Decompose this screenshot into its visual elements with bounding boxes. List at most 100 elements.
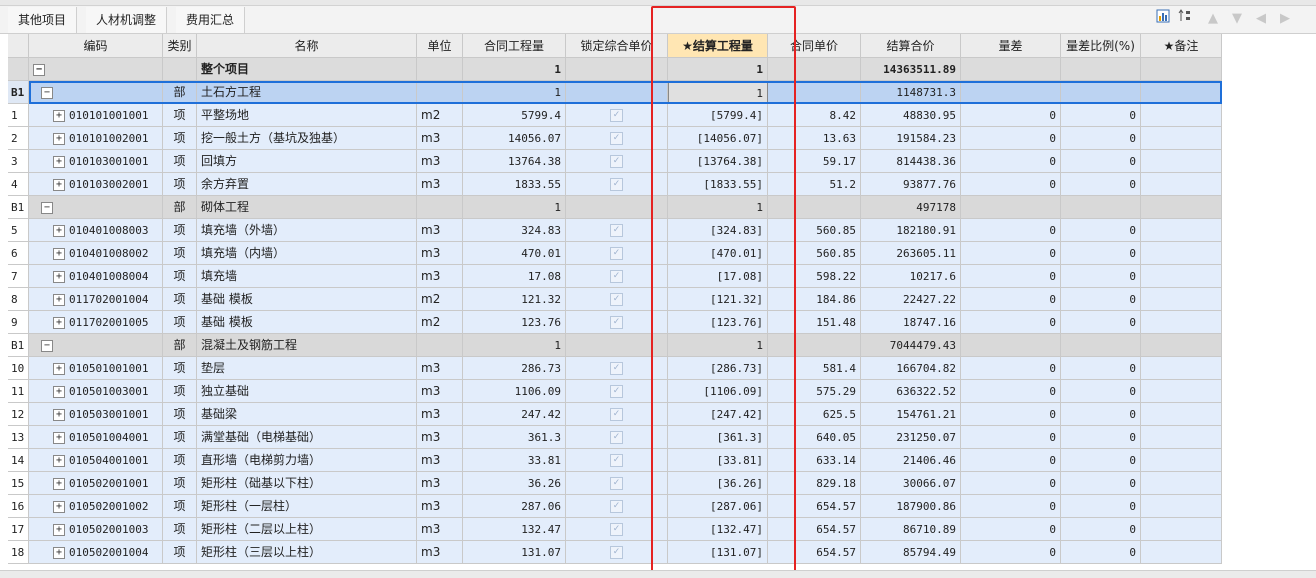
name-cell[interactable]: 挖一般土方（基坑及独基）: [197, 127, 417, 150]
header-settle-total[interactable]: 结算合价: [861, 34, 961, 58]
code-cell[interactable]: −: [29, 58, 163, 81]
name-cell[interactable]: 混凝土及钢筋工程: [197, 334, 417, 357]
type-cell[interactable]: 项: [163, 127, 197, 150]
total-cell[interactable]: 154761.21: [861, 403, 961, 426]
type-cell[interactable]: 项: [163, 449, 197, 472]
qty-cell[interactable]: 287.06: [463, 495, 566, 518]
lock-checkbox[interactable]: ✓: [610, 362, 623, 375]
header-code[interactable]: 编码: [29, 34, 163, 58]
price-cell[interactable]: 51.2: [768, 173, 861, 196]
diff-cell[interactable]: 0: [961, 380, 1061, 403]
unit-cell[interactable]: [417, 81, 463, 104]
unit-cell[interactable]: [417, 196, 463, 219]
lock-checkbox[interactable]: ✓: [610, 546, 623, 559]
note-cell[interactable]: [1141, 403, 1222, 426]
qty-cell[interactable]: 1: [463, 334, 566, 357]
lock-price-cell[interactable]: ✓: [566, 472, 668, 495]
unit-cell[interactable]: m3: [417, 219, 463, 242]
qty-cell[interactable]: 1106.09: [463, 380, 566, 403]
expand-icon[interactable]: +: [53, 431, 65, 444]
expand-icon[interactable]: +: [53, 224, 65, 237]
code-cell[interactable]: +010401008004: [29, 265, 163, 288]
lock-price-cell[interactable]: ✓: [566, 380, 668, 403]
settle-qty-cell[interactable]: [13764.38]: [668, 150, 768, 173]
ratio-cell[interactable]: 0: [1061, 104, 1141, 127]
idx-cell[interactable]: 13: [8, 426, 29, 449]
settle-qty-cell[interactable]: [5799.4]: [668, 104, 768, 127]
total-cell[interactable]: 93877.76: [861, 173, 961, 196]
qty-cell[interactable]: 123.76: [463, 311, 566, 334]
lock-price-cell[interactable]: ✓: [566, 541, 668, 564]
type-cell[interactable]: 项: [163, 288, 197, 311]
expand-icon[interactable]: +: [53, 109, 65, 122]
qty-cell[interactable]: 121.32: [463, 288, 566, 311]
bill-item-row[interactable]: 3 +010103001001 项回填方 m3 13764.38 ✓ [13764.38] 5…: [8, 150, 1222, 173]
lock-checkbox[interactable]: ✓: [610, 408, 623, 421]
name-cell[interactable]: 整个项目: [197, 58, 417, 81]
total-cell[interactable]: 231250.07: [861, 426, 961, 449]
diff-cell[interactable]: 0: [961, 403, 1061, 426]
name-cell[interactable]: 平整场地: [197, 104, 417, 127]
total-cell[interactable]: 1148731.3: [861, 81, 961, 104]
unit-cell[interactable]: m2: [417, 104, 463, 127]
diff-cell[interactable]: 0: [961, 219, 1061, 242]
name-cell[interactable]: 回填方: [197, 150, 417, 173]
total-cell[interactable]: 22427.22: [861, 288, 961, 311]
diff-cell[interactable]: 0: [961, 104, 1061, 127]
note-cell[interactable]: [1141, 380, 1222, 403]
idx-cell[interactable]: 12: [8, 403, 29, 426]
header-note[interactable]: ★备注: [1141, 34, 1222, 58]
ratio-cell[interactable]: [1061, 334, 1141, 357]
lock-checkbox[interactable]: ✓: [610, 385, 623, 398]
expand-icon[interactable]: +: [53, 293, 65, 306]
name-cell[interactable]: 填充墙（外墙）: [197, 219, 417, 242]
expand-icon[interactable]: +: [53, 523, 65, 536]
lock-price-cell[interactable]: [566, 334, 668, 357]
total-cell[interactable]: 10217.6: [861, 265, 961, 288]
price-cell[interactable]: [768, 58, 861, 81]
price-cell[interactable]: 625.5: [768, 403, 861, 426]
price-cell[interactable]: 151.48: [768, 311, 861, 334]
bill-item-row[interactable]: 8 +011702001004 项基础 模板 m2 121.32 ✓ [121.32] 184…: [8, 288, 1222, 311]
ratio-cell[interactable]: [1061, 196, 1141, 219]
ratio-cell[interactable]: 0: [1061, 265, 1141, 288]
ratio-cell[interactable]: 0: [1061, 357, 1141, 380]
settle-qty-cell[interactable]: [36.26]: [668, 472, 768, 495]
qty-cell[interactable]: 36.26: [463, 472, 566, 495]
price-cell[interactable]: 184.86: [768, 288, 861, 311]
code-cell[interactable]: −: [29, 196, 163, 219]
lock-checkbox[interactable]: ✓: [610, 178, 623, 191]
settle-qty-cell[interactable]: [287.06]: [668, 495, 768, 518]
idx-cell[interactable]: 3: [8, 150, 29, 173]
lock-price-cell[interactable]: ✓: [566, 449, 668, 472]
bill-item-row[interactable]: 1 +010101001001 项平整场地 m2 5799.4 ✓ [5799.4] 8.42…: [8, 104, 1222, 127]
lock-checkbox[interactable]: ✓: [610, 500, 623, 513]
total-cell[interactable]: 814438.36: [861, 150, 961, 173]
unit-cell[interactable]: m3: [417, 518, 463, 541]
unit-cell[interactable]: [417, 58, 463, 81]
total-cell[interactable]: 21406.46: [861, 449, 961, 472]
code-cell[interactable]: +010501003001: [29, 380, 163, 403]
expand-icon[interactable]: +: [53, 500, 65, 513]
diff-cell[interactable]: 0: [961, 173, 1061, 196]
type-cell[interactable]: 项: [163, 541, 197, 564]
idx-cell[interactable]: B1: [8, 196, 29, 219]
idx-cell[interactable]: 1: [8, 104, 29, 127]
name-cell[interactable]: 垫层: [197, 357, 417, 380]
qty-cell[interactable]: 1: [463, 81, 566, 104]
note-cell[interactable]: [1141, 357, 1222, 380]
code-cell[interactable]: +010502001002: [29, 495, 163, 518]
name-cell[interactable]: 土石方工程: [197, 81, 417, 104]
qty-cell[interactable]: 5799.4: [463, 104, 566, 127]
bill-item-row[interactable]: 6 +010401008002 项填充墙（内墙） m3 470.01 ✓ [470.01] 5…: [8, 242, 1222, 265]
idx-cell[interactable]: B1: [8, 334, 29, 357]
expand-icon[interactable]: +: [53, 132, 65, 145]
expand-icon[interactable]: +: [53, 247, 65, 260]
name-cell[interactable]: 直形墙（电梯剪力墙）: [197, 449, 417, 472]
total-cell[interactable]: 497178: [861, 196, 961, 219]
qty-cell[interactable]: 131.07: [463, 541, 566, 564]
bill-item-row[interactable]: 12 +010503001001 项基础梁 m3 247.42 ✓ [247.42] 625.…: [8, 403, 1222, 426]
idx-cell[interactable]: 6: [8, 242, 29, 265]
qty-cell[interactable]: 1833.55: [463, 173, 566, 196]
lock-price-cell[interactable]: ✓: [566, 495, 668, 518]
